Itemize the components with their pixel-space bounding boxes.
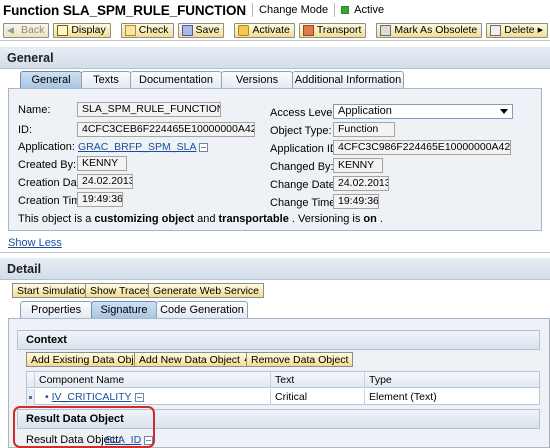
changed-by-field[interactable]: KENNY — [333, 158, 383, 173]
context-header: Context — [17, 330, 540, 350]
page-title: Function SLA_SPM_RULE_FUNCTION — [3, 2, 247, 18]
context-table: Component Name Text Type • IV_CRITICALIT… — [26, 371, 540, 405]
tab-texts[interactable]: Texts — [81, 71, 131, 88]
detail-panel-header: Detail — [0, 258, 550, 280]
title-separator — [252, 3, 254, 17]
tab-code-generation[interactable]: Code Generation — [156, 301, 248, 318]
tab-signature[interactable]: Signature — [91, 301, 157, 318]
created-by-field[interactable]: KENNY — [77, 156, 127, 171]
context-heading: Context — [26, 334, 67, 346]
activate-icon — [238, 24, 250, 36]
title-separator — [334, 3, 336, 17]
divider — [0, 252, 550, 253]
component-name-link[interactable]: IV_CRITICALITY — [52, 391, 132, 403]
display-icon — [57, 24, 69, 36]
show-traces-button[interactable]: Show Traces — [85, 283, 156, 298]
tab-versions[interactable]: Versions — [221, 71, 293, 88]
component-name-cell[interactable]: • IV_CRITICALITY — [35, 389, 271, 405]
change-date-label: Change Date: — [270, 179, 338, 191]
changed-by-label: Changed By: — [270, 161, 334, 173]
access-level-label: Access Level: — [270, 107, 338, 119]
show-less-link[interactable]: Show Less — [8, 237, 62, 249]
column-header-component-name: Component Name — [35, 372, 271, 388]
change-date-field[interactable]: 24.02.2013 — [333, 176, 389, 191]
change-time-field[interactable]: 19:49:36 — [333, 194, 379, 209]
creation-date-field[interactable]: 24.02.2013 — [77, 174, 133, 189]
detail-tabstrip: Properties Signature Code Generation — [20, 301, 248, 318]
id-field[interactable]: 4CFC3CEB6F224465E10000000A421B2B — [77, 122, 255, 137]
transport-icon — [302, 24, 314, 36]
access-level-select[interactable]: Application — [333, 104, 513, 119]
display-button[interactable]: Display — [53, 22, 111, 38]
delete-button[interactable]: Delete ▶ — [486, 22, 549, 38]
object-type-field[interactable]: Function — [333, 122, 395, 137]
object-type-label: Object Type: — [270, 125, 332, 137]
chevron-down-icon — [500, 109, 508, 114]
general-heading: General — [7, 50, 54, 65]
save-button[interactable]: Save — [177, 22, 225, 38]
back-button[interactable]: ◀ Back — [3, 22, 50, 38]
application-id-field[interactable]: 4CFC3C986F224465E10000000A421B2B — [333, 140, 511, 155]
divider — [0, 40, 550, 41]
check-button[interactable]: Check — [120, 22, 174, 38]
tab-additional-information[interactable]: Additional Information — [292, 71, 404, 88]
row-selector[interactable] — [27, 389, 35, 405]
general-tabstrip: General Texts Documentation Versions Add… — [20, 71, 404, 88]
application-id-label: Application ID: — [270, 143, 341, 155]
name-label: Name: — [18, 104, 51, 116]
navigate-icon[interactable] — [199, 142, 209, 152]
navigate-icon[interactable] — [134, 392, 144, 402]
remove-data-object-button[interactable]: Remove Data Object — [246, 352, 354, 367]
column-header-type: Type — [369, 374, 392, 386]
title-bar: Function SLA_SPM_RULE_FUNCTION Change Mo… — [0, 0, 550, 20]
tab-general[interactable]: General — [20, 71, 82, 88]
delete-icon — [490, 24, 502, 36]
tab-documentation[interactable]: Documentation — [130, 71, 222, 88]
activate-button[interactable]: Activate — [234, 22, 295, 38]
check-icon — [124, 24, 136, 36]
back-arrow-icon: ◀ — [7, 24, 14, 35]
created-by-label: Created By: — [18, 159, 77, 171]
column-header-text: Text — [271, 372, 365, 388]
id-label: ID: — [18, 124, 33, 136]
object-info-text: This object is a customizing object and … — [18, 213, 383, 225]
access-level-value: Application — [338, 105, 392, 117]
name-field[interactable]: SLA_SPM_RULE_FUNCTION — [77, 102, 221, 117]
row-selector-header — [27, 372, 35, 388]
mode-indicator: Change Mode — [259, 4, 329, 16]
save-icon — [181, 24, 193, 36]
dropdown-triangle-icon: ▶ — [537, 27, 544, 34]
obsolete-icon — [380, 24, 392, 36]
highlight-annotation — [13, 406, 155, 448]
application-label: Application: — [18, 141, 75, 153]
type-cell: Element (Text) — [369, 391, 437, 403]
application-link[interactable]: GRAC_BRFP_SPM_SLA — [78, 141, 209, 153]
tab-properties[interactable]: Properties — [20, 301, 92, 318]
detail-heading: Detail — [7, 261, 42, 276]
add-new-data-object-button[interactable]: Add New Data Object▲ — [134, 352, 255, 367]
creation-time-field[interactable]: 19:49:36 — [77, 192, 123, 207]
generate-web-service-button[interactable]: Generate Web Service — [148, 283, 265, 298]
mark-obsolete-button[interactable]: Mark As Obsolete — [376, 22, 483, 38]
toolbar: ◀ Back Display Check Save Activate Transp… — [0, 20, 550, 40]
general-panel-header: General — [0, 47, 550, 69]
active-status-icon — [341, 6, 350, 14]
table-header: Component Name Text Type — [27, 372, 539, 388]
status-text: Active — [354, 4, 385, 16]
start-simulation-button[interactable]: Start Simulation — [12, 283, 97, 298]
text-cell: Critical — [271, 389, 365, 405]
transport-button[interactable]: Transport — [298, 22, 367, 38]
change-time-label: Change Time: — [270, 197, 339, 209]
